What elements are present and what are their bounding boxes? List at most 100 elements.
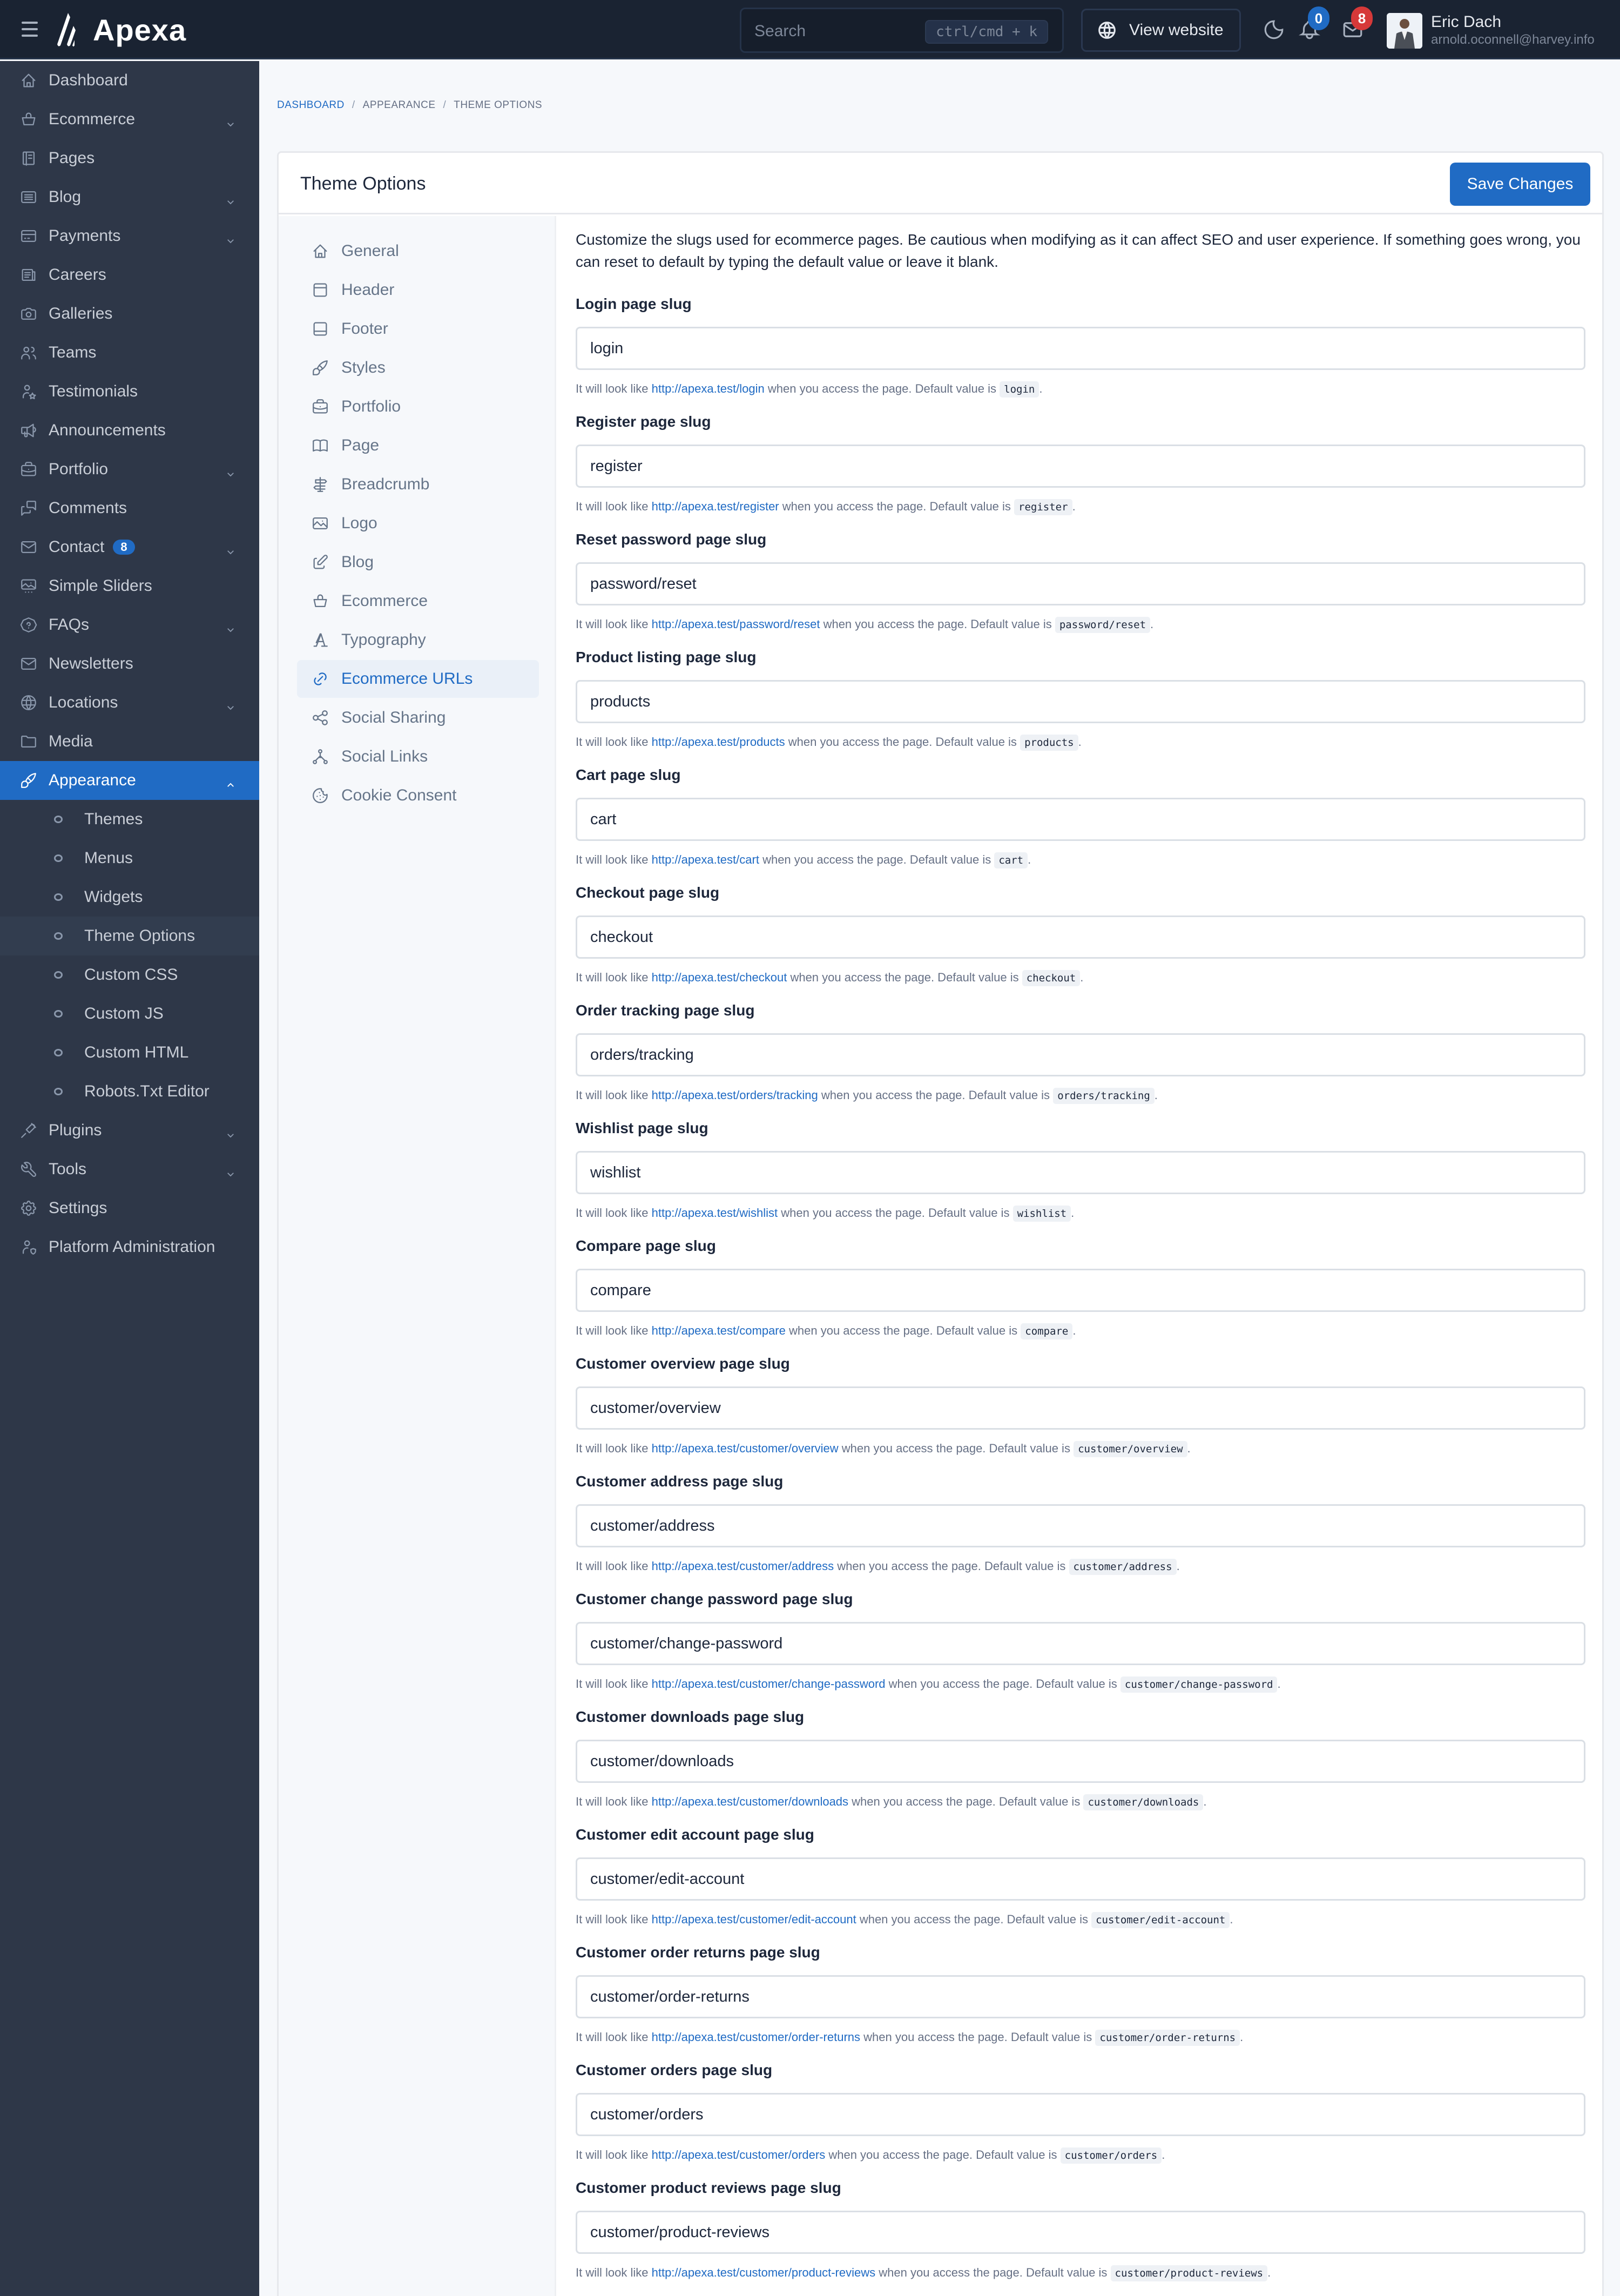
expand-toggle[interactable] [226, 193, 235, 205]
slug-input[interactable] [576, 1740, 1585, 1783]
sidebar-item-testimonials[interactable]: Testimonials [0, 372, 259, 411]
slug-input[interactable] [576, 1975, 1585, 2018]
sidebar-item-teams[interactable]: Teams [0, 333, 259, 372]
sidebar-subitem-robots-txt-editor[interactable]: Robots.Txt Editor [0, 1072, 259, 1111]
options-tab-portfolio[interactable]: Portfolio [297, 388, 539, 426]
sidebar-item-contact[interactable]: Contact 8 [0, 528, 259, 567]
slug-input[interactable] [576, 2093, 1585, 2136]
expand-toggle[interactable] [226, 232, 235, 244]
slug-input[interactable] [576, 1622, 1585, 1665]
sidebar-item-comments[interactable]: Comments [0, 489, 259, 528]
sidebar-subitem-theme-options[interactable]: Theme Options [0, 917, 259, 955]
preview-url-link[interactable]: http://apexa.test/register [652, 500, 779, 513]
expand-toggle[interactable] [226, 621, 235, 632]
options-tab-logo[interactable]: Logo [297, 504, 539, 542]
sidebar-item-locations[interactable]: Locations [0, 683, 259, 722]
options-tab-ecommerce[interactable]: Ecommerce [297, 582, 539, 620]
sidebar-subitem-menus[interactable]: Menus [0, 839, 259, 878]
slug-input[interactable] [576, 1504, 1585, 1547]
sidebar-item-tools[interactable]: Tools [0, 1150, 259, 1189]
preview-url-link[interactable]: http://apexa.test/customer/overview [652, 1442, 839, 1455]
expand-toggle[interactable] [226, 1165, 235, 1177]
breadcrumb-dashboard[interactable]: DASHBOARD [277, 99, 345, 111]
sidebar-item-settings[interactable]: Settings [0, 1189, 259, 1228]
preview-url-link[interactable]: http://apexa.test/products [652, 735, 785, 749]
sidebar-item-blog[interactable]: Blog [0, 178, 259, 217]
expand-toggle[interactable] [226, 543, 235, 555]
options-tab-general[interactable]: General [297, 232, 539, 270]
expand-toggle[interactable] [226, 698, 235, 710]
sidebar-item-portfolio[interactable]: Portfolio [0, 450, 259, 489]
preview-url-link[interactable]: http://apexa.test/cart [652, 853, 759, 866]
sidebar-subitem-custom-js[interactable]: Custom JS [0, 994, 259, 1033]
slug-input[interactable] [576, 915, 1585, 959]
preview-url-link[interactable]: http://apexa.test/password/reset [652, 617, 820, 631]
sidebar-item-platform-administration[interactable]: Platform Administration [0, 1228, 259, 1267]
slug-input[interactable] [576, 562, 1585, 605]
search-input[interactable]: Search ctrl/cmd + k [740, 8, 1064, 53]
slug-input[interactable] [576, 1269, 1585, 1312]
sidebar-item-announcements[interactable]: Announcements [0, 411, 259, 450]
options-tab-header[interactable]: Header [297, 271, 539, 309]
preview-url-link[interactable]: http://apexa.test/customer/change-passwo… [652, 1677, 886, 1691]
options-tab-typography[interactable]: Typography [297, 621, 539, 659]
sidebar-item-plugins[interactable]: Plugins [0, 1111, 259, 1150]
sidebar-item-simple-sliders[interactable]: Simple Sliders [0, 567, 259, 605]
preview-url-link[interactable]: http://apexa.test/orders/tracking [652, 1088, 818, 1102]
preview-url-link[interactable]: http://apexa.test/customer/edit-account [652, 1913, 856, 1926]
slug-input[interactable] [576, 1386, 1585, 1430]
slug-input[interactable] [576, 1857, 1585, 1901]
sidebar-item-payments[interactable]: Payments [0, 217, 259, 255]
expand-toggle[interactable] [226, 465, 235, 477]
sidebar-subitem-themes[interactable]: Themes [0, 800, 259, 839]
options-tab-social-sharing[interactable]: Social Sharing [297, 699, 539, 737]
menu-toggle-icon[interactable] [22, 22, 38, 38]
view-website-button[interactable]: View website [1081, 9, 1241, 52]
user-avatar[interactable] [1387, 13, 1422, 49]
slug-input[interactable] [576, 798, 1585, 841]
preview-url-link[interactable]: http://apexa.test/customer/downloads [652, 1795, 848, 1808]
options-tab-page[interactable]: Page [297, 427, 539, 464]
options-tab-ecommerce-urls[interactable]: Ecommerce URLs [297, 660, 539, 698]
preview-url-link[interactable]: http://apexa.test/customer/address [652, 1559, 834, 1573]
sidebar-subitem-custom-html[interactable]: Custom HTML [0, 1033, 259, 1072]
preview-url-link[interactable]: http://apexa.test/login [652, 382, 765, 395]
preview-url-link[interactable]: http://apexa.test/wishlist [652, 1206, 778, 1220]
logo[interactable]: Apexa [55, 12, 186, 48]
sidebar-item-media[interactable]: Media [0, 722, 259, 761]
slug-input[interactable] [576, 1033, 1585, 1076]
sidebar-item-newsletters[interactable]: Newsletters [0, 644, 259, 683]
preview-url-link[interactable]: http://apexa.test/customer/orders [652, 2148, 826, 2162]
slug-input[interactable] [576, 2211, 1585, 2254]
slug-input[interactable] [576, 1151, 1585, 1194]
breadcrumb-appearance[interactable]: APPEARANCE [363, 99, 436, 111]
theme-toggle-button[interactable] [1263, 18, 1285, 41]
slug-input[interactable] [576, 680, 1585, 723]
expand-toggle[interactable] [226, 1126, 235, 1138]
sidebar-subitem-custom-css[interactable]: Custom CSS [0, 955, 259, 994]
save-changes-button[interactable]: Save Changes [1450, 163, 1590, 206]
options-tab-styles[interactable]: Styles [297, 349, 539, 387]
sidebar-item-careers[interactable]: Careers [0, 255, 259, 294]
preview-url-link[interactable]: http://apexa.test/checkout [652, 971, 787, 984]
user-name[interactable]: Eric Dach [1431, 13, 1501, 31]
slug-input[interactable] [576, 327, 1585, 370]
sidebar-subitem-widgets[interactable]: Widgets [0, 878, 259, 917]
sidebar-item-appearance[interactable]: Appearance [0, 761, 259, 800]
sidebar-item-galleries[interactable]: Galleries [0, 294, 259, 333]
slug-input[interactable] [576, 445, 1585, 488]
expand-toggle[interactable] [226, 115, 235, 127]
options-tab-footer[interactable]: Footer [297, 310, 539, 348]
sidebar-item-dashboard[interactable]: Dashboard [0, 61, 259, 100]
options-tab-cookie-consent[interactable]: Cookie Consent [297, 777, 539, 814]
preview-url-link[interactable]: http://apexa.test/customer/order-returns [652, 2030, 860, 2044]
expand-toggle[interactable] [226, 776, 235, 787]
sidebar-item-ecommerce[interactable]: Ecommerce [0, 100, 259, 139]
preview-url-link[interactable]: http://apexa.test/customer/product-revie… [652, 2266, 876, 2279]
options-tab-social-links[interactable]: Social Links [297, 738, 539, 776]
options-tab-breadcrumb[interactable]: Breadcrumb [297, 466, 539, 503]
preview-url-link[interactable]: http://apexa.test/compare [652, 1324, 786, 1337]
options-tab-blog[interactable]: Blog [297, 543, 539, 581]
sidebar-item-pages[interactable]: Pages [0, 139, 259, 178]
sidebar-item-faqs[interactable]: FAQs [0, 605, 259, 644]
